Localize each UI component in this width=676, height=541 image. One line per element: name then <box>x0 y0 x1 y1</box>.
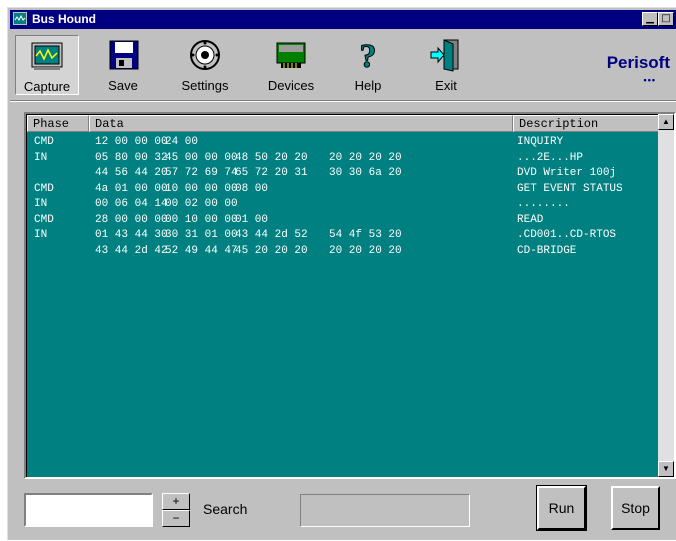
scroll-down-button[interactable]: ▼ <box>658 461 674 477</box>
cell-description: DVD Writer 100j <box>517 167 617 179</box>
cell-phase: IN <box>34 229 48 241</box>
cell-phase: IN <box>34 198 48 210</box>
table-row[interactable]: 44 56 44 20 57 72 69 74 65 72 20 31 30 30 6… <box>27 166 658 182</box>
cell-data: 12 00 00 00 <box>95 136 168 148</box>
search-spinner[interactable]: + − <box>162 493 190 527</box>
cell-description: CD-BRIDGE <box>517 244 577 257</box>
settings-button[interactable]: Settings <box>171 35 239 95</box>
settings-label: Settings <box>181 78 229 93</box>
cell-data: 57 72 69 74 <box>165 167 238 179</box>
cell-data: 00 10 00 00 <box>165 213 238 226</box>
cell-description: ........ <box>517 198 570 210</box>
devices-button[interactable]: Devices <box>260 35 322 95</box>
run-button[interactable]: Run <box>536 485 587 531</box>
table-row[interactable]: CMD 28 00 00 00 00 10 00 00 01 00 READ <box>27 213 658 229</box>
cell-phase: IN <box>34 151 48 164</box>
devices-icon <box>276 42 306 68</box>
capture-button[interactable]: Capture <box>15 35 79 95</box>
cell-data: 45 20 20 20 <box>235 244 308 257</box>
devices-label: Devices <box>267 78 315 93</box>
column-header: Phase Data Description <box>27 115 658 132</box>
brand-dots: ••• <box>643 75 656 85</box>
cell-phase: CMD <box>34 213 54 226</box>
help-label: Help <box>354 78 382 93</box>
svg-text:?: ? <box>360 38 377 72</box>
help-button[interactable]: ? Help <box>344 35 392 95</box>
spin-up-button[interactable]: + <box>162 493 190 510</box>
save-button[interactable]: Save <box>94 35 152 95</box>
cell-description: ...2E...HP <box>517 151 584 164</box>
cell-description: INQUIRY <box>517 136 564 148</box>
status-box <box>300 494 470 527</box>
cell-data: 43 44 2d 52 <box>235 229 308 241</box>
vertical-scrollbar[interactable]: ▲ ▼ <box>658 114 674 477</box>
exit-label: Exit <box>435 78 457 93</box>
cell-data: 00 02 00 00 <box>165 198 238 210</box>
save-icon <box>109 40 139 70</box>
cell-data: 24 00 <box>165 136 199 148</box>
cell-description: READ <box>517 213 544 226</box>
capture-list[interactable]: Phase Data Description CMD 12 00 00 00 24 … <box>24 112 676 479</box>
title-bar[interactable]: Bus Hound ▁ □ <box>10 10 676 29</box>
cell-data: 30 30 6a 20 <box>329 167 402 179</box>
cell-data: 4a 01 00 00 <box>95 182 168 195</box>
table-row[interactable]: IN 05 80 00 32 45 00 00 00 48 50 20 20 20 20… <box>27 151 658 167</box>
cell-data: 48 50 20 20 <box>235 151 308 164</box>
cell-data: 05 80 00 32 <box>95 151 168 164</box>
capture-icon <box>31 42 63 70</box>
search-label: Search <box>203 501 248 517</box>
cell-description: .CD001..CD-RTOS <box>517 229 617 241</box>
spin-down-button[interactable]: − <box>162 510 190 527</box>
cell-phase: CMD <box>34 182 54 195</box>
cell-data: 54 4f 53 20 <box>329 229 402 241</box>
search-input[interactable] <box>24 493 153 527</box>
settings-icon <box>190 40 220 70</box>
table-row[interactable]: CMD 4a 01 00 00 10 00 00 00 08 00 GET EVENT … <box>27 182 658 198</box>
cell-data: 01 00 <box>235 213 269 226</box>
stop-button[interactable]: Stop <box>611 486 660 530</box>
toolbar: Capture Save Settings Devices ? Help Exi… <box>10 31 676 97</box>
table-row[interactable]: IN 01 43 44 30 30 31 01 00 43 44 2d 52 54 4f… <box>27 228 658 244</box>
column-data[interactable]: Data <box>89 115 513 132</box>
cell-data: 43 44 2d 42 <box>95 244 168 257</box>
capture-list-body[interactable]: Phase Data Description CMD 12 00 00 00 24 … <box>26 114 658 477</box>
toolbar-divider <box>10 100 676 102</box>
column-phase[interactable]: Phase <box>27 115 89 132</box>
perisoft-logo: Perisoft ••• <box>606 53 670 85</box>
window-title: Bus Hound <box>32 12 96 26</box>
table-row[interactable]: CMD 12 00 00 00 24 00 INQUIRY <box>27 135 658 151</box>
cell-data: 45 00 00 00 <box>165 151 238 164</box>
exit-button[interactable]: Exit <box>422 35 470 95</box>
cell-data: 20 20 20 20 <box>329 151 402 164</box>
run-label: Run <box>548 500 575 516</box>
cell-data: 10 00 00 00 <box>165 182 238 195</box>
help-icon: ? <box>359 38 377 72</box>
cell-data: 30 31 01 00 <box>165 229 238 241</box>
cell-data: 44 56 44 20 <box>95 167 168 179</box>
bottom-bar: + − Search Run Stop <box>8 483 676 541</box>
cell-data: 08 00 <box>235 182 269 195</box>
brand-name: Perisoft <box>606 53 670 72</box>
cell-data: 01 43 44 30 <box>95 229 168 241</box>
maximize-button[interactable]: □ <box>658 12 674 26</box>
scroll-up-button[interactable]: ▲ <box>658 114 674 130</box>
cell-data: 28 00 00 00 <box>95 213 168 226</box>
exit-icon <box>430 39 459 72</box>
minimize-button[interactable]: ▁ <box>642 12 658 26</box>
save-label: Save <box>108 78 138 93</box>
table-row[interactable]: 43 44 2d 42 52 49 44 47 45 20 20 20 20 20 2… <box>27 244 658 260</box>
cell-data: 65 72 20 31 <box>235 167 308 179</box>
cell-data: 52 49 44 47 <box>165 244 238 257</box>
stop-label: Stop <box>621 500 650 516</box>
cell-data: 00 06 04 14 <box>95 198 168 210</box>
cell-description: GET EVENT STATUS <box>517 182 623 195</box>
app-icon <box>13 12 27 25</box>
capture-rows: CMD 12 00 00 00 24 00 INQUIRY IN 05 80 00 32… <box>27 135 658 259</box>
cell-phase: CMD <box>34 136 54 148</box>
capture-label: Capture <box>23 79 71 94</box>
main-window: Bus Hound ▁ □ Capture Save Settings Devi… <box>7 7 676 540</box>
table-row[interactable]: IN 00 06 04 14 00 02 00 00........ <box>27 197 658 213</box>
cell-data: 20 20 20 20 <box>329 244 402 257</box>
column-description[interactable]: Description <box>513 115 658 132</box>
